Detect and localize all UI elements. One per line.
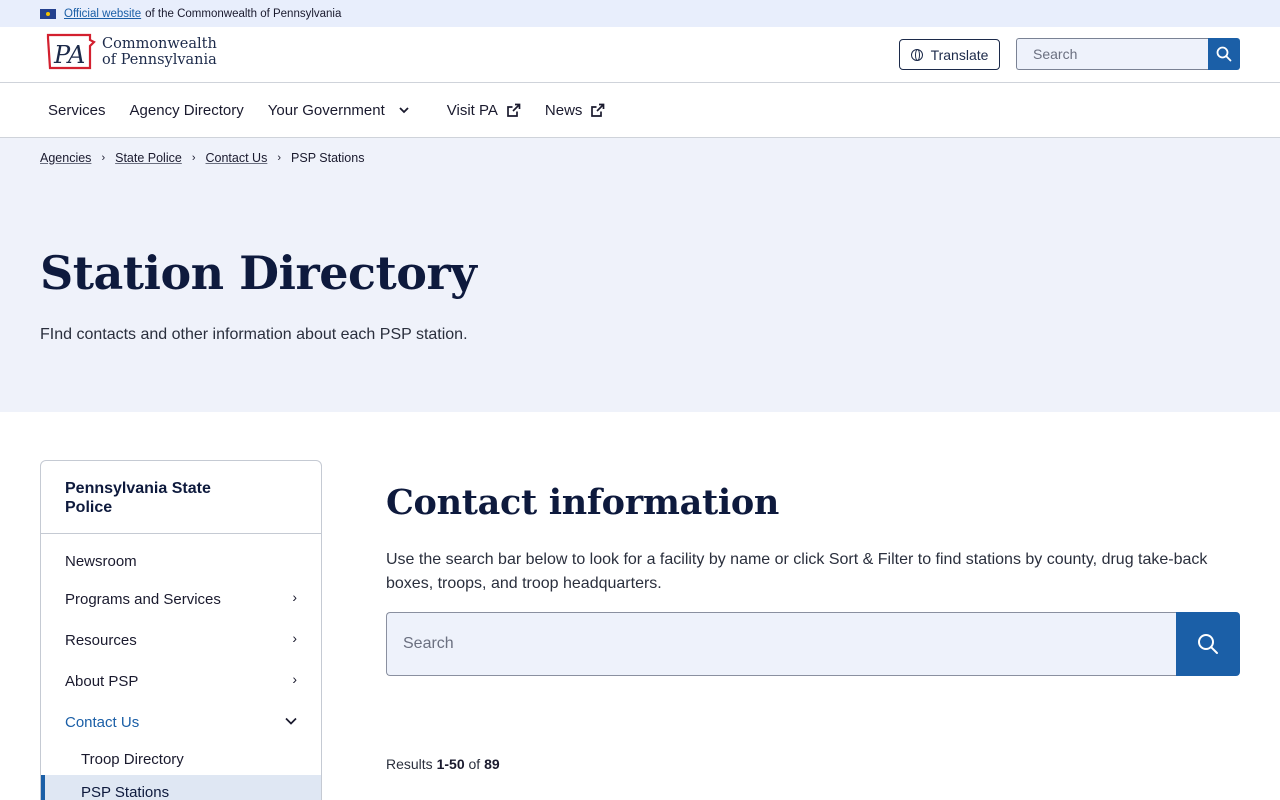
svg-text:PA: PA <box>53 41 85 69</box>
breadcrumb-current: PSP Stations <box>291 151 365 165</box>
pa-flag-icon <box>40 8 56 19</box>
sidebar-subitem-psp-stations[interactable]: PSP Stations <box>81 784 169 800</box>
chevron-right-icon[interactable]: › <box>292 671 297 687</box>
chevron-right-icon[interactable]: › <box>292 630 297 646</box>
results-count: Results 1-50 of 89 <box>386 756 500 772</box>
globe-icon <box>910 48 923 61</box>
nav-item-label: Your Government <box>267 101 385 119</box>
sidebar-item-contact-us[interactable]: Contact Us <box>65 714 139 731</box>
breadcrumb-link-agencies[interactable]: Agencies <box>40 151 91 165</box>
results-total: 89 <box>484 756 500 772</box>
official-website-link[interactable]: Official website <box>64 8 141 20</box>
pa-keystone-logo-icon: PA <box>44 32 96 72</box>
logo-line-1: Commonwealth <box>102 36 217 52</box>
nav-item-agency-directory[interactable]: Agency Directory <box>130 102 244 119</box>
nav-item-label: Services <box>48 101 106 119</box>
site-header: PA Commonwealth of Pennsylvania Translat… <box>0 27 1280 83</box>
sidebar-item-about-psp[interactable]: About PSP <box>65 673 138 690</box>
sidebar-subitem-troop-directory[interactable]: Troop Directory <box>81 751 184 768</box>
station-search <box>386 612 1240 676</box>
sidebar-item-programs-and-services[interactable]: Programs and Services <box>65 591 221 608</box>
nav-item-your-government[interactable]: Your Government <box>268 102 409 119</box>
section-sidebar: Pennsylvania State Police Newsroom Progr… <box>40 460 322 800</box>
results-of: of <box>468 756 481 772</box>
chevron-right-icon: › <box>191 152 196 164</box>
header-search-input[interactable] <box>1016 38 1208 70</box>
official-banner: Official website of the Commonwealth of … <box>0 0 1280 27</box>
main-nav: Services Agency Directory Your Governmen… <box>0 83 1280 138</box>
translate-label: Translate <box>930 46 989 63</box>
sidebar-title[interactable]: Pennsylvania State Police <box>41 461 321 534</box>
translate-button[interactable]: Translate <box>899 39 1000 70</box>
breadcrumb: Agencies › State Police › Contact Us › P… <box>40 151 364 165</box>
sidebar-item-newsroom[interactable]: Newsroom <box>65 553 137 570</box>
logo-wordmark: Commonwealth of Pennsylvania <box>102 36 217 68</box>
results-prefix: Results <box>386 756 433 772</box>
breadcrumb-link-contact-us[interactable]: Contact Us <box>206 151 268 165</box>
page-subtitle: FInd contacts and other information abou… <box>40 326 468 343</box>
external-link-icon <box>507 103 521 117</box>
search-icon <box>1198 634 1218 654</box>
nav-item-label: Visit PA <box>446 101 498 119</box>
search-icon <box>1216 46 1232 62</box>
header-search-button[interactable] <box>1208 38 1240 70</box>
chevron-down-icon <box>399 107 409 114</box>
sidebar-item-resources[interactable]: Resources <box>65 632 137 649</box>
chevron-right-icon: › <box>101 152 106 164</box>
nav-item-visit-pa[interactable]: Visit PA <box>447 102 521 119</box>
logo-line-2: of Pennsylvania <box>102 52 217 68</box>
breadcrumb-link-state-police[interactable]: State Police <box>115 151 182 165</box>
nav-item-news[interactable]: News <box>545 102 606 119</box>
page-title: Station Directory <box>40 246 477 300</box>
chevron-down-icon[interactable] <box>285 717 297 725</box>
station-search-button[interactable] <box>1176 612 1240 676</box>
sidebar-title-text: Pennsylvania State Police <box>65 480 211 516</box>
pa-logo[interactable]: PA Commonwealth of Pennsylvania <box>44 32 217 72</box>
header-search <box>1016 38 1240 70</box>
external-link-icon <box>591 103 605 117</box>
section-description: Use the search bar below to look for a f… <box>386 551 1208 592</box>
nav-item-label: Agency Directory <box>129 101 244 119</box>
nav-item-services[interactable]: Services <box>48 102 106 119</box>
official-banner-text: of the Commonwealth of Pennsylvania <box>145 7 342 20</box>
chevron-right-icon[interactable]: › <box>292 589 297 605</box>
chevron-right-icon: › <box>277 152 282 164</box>
nav-item-label: News <box>544 101 583 119</box>
section-heading: Contact information <box>386 482 780 523</box>
results-range: 1-50 <box>436 756 465 772</box>
station-search-input[interactable] <box>386 612 1176 676</box>
page-hero: Agencies › State Police › Contact Us › P… <box>0 138 1280 412</box>
